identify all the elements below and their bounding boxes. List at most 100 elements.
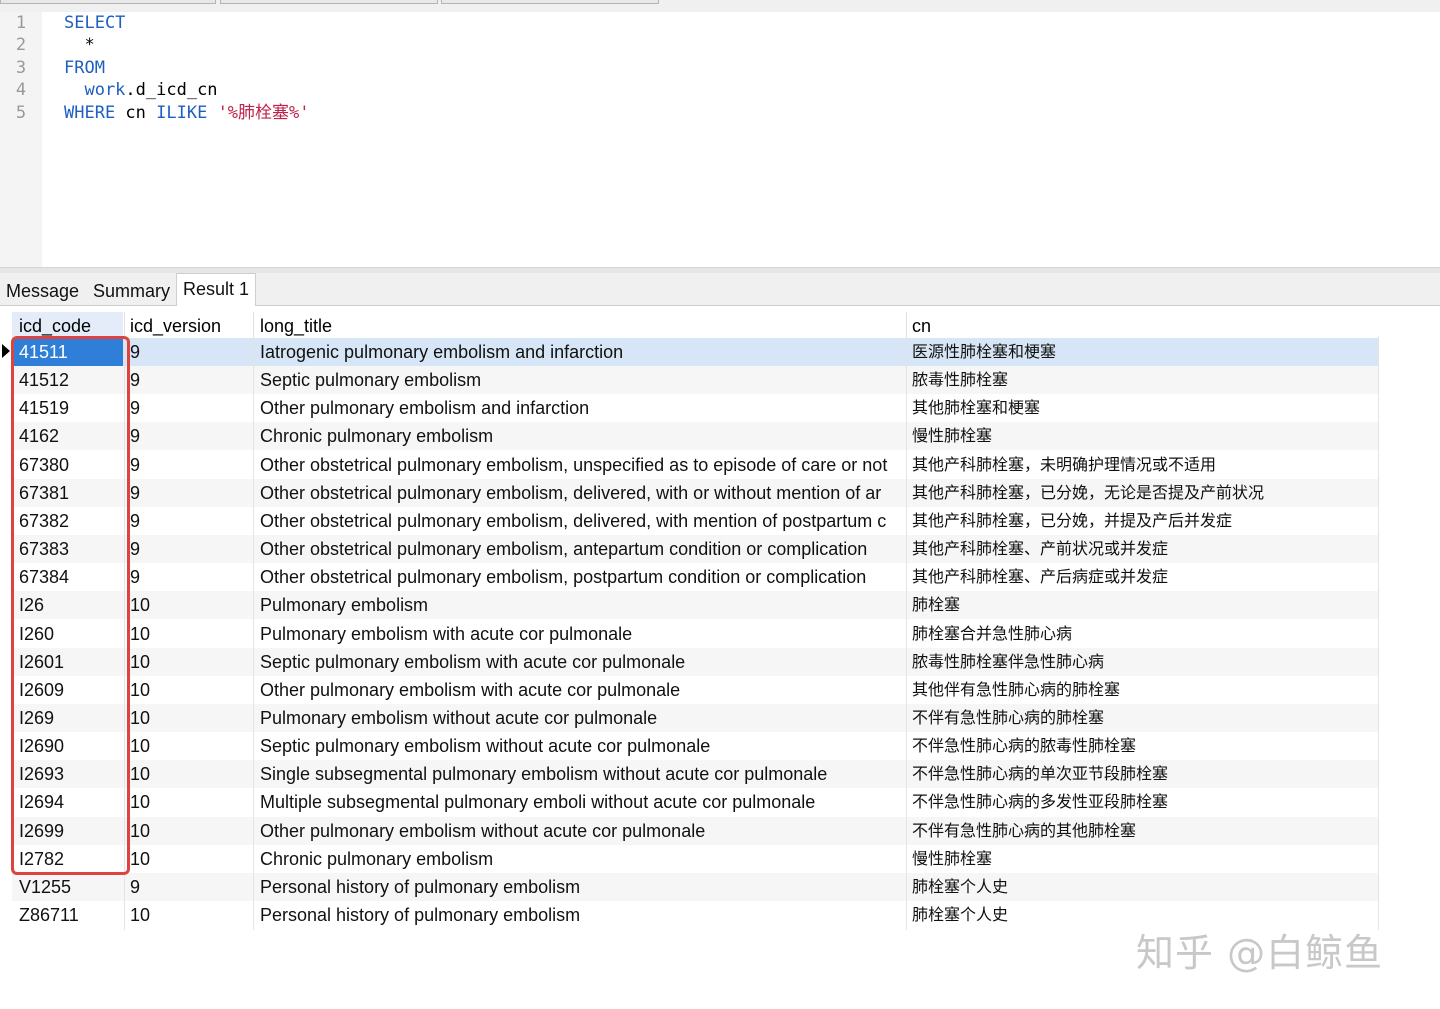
cell-cn[interactable]: 医源性肺栓塞和梗塞 xyxy=(912,338,1372,366)
cell-cn[interactable]: 其他产科肺栓塞、产前状况或并发症 xyxy=(912,535,1372,563)
cell-long-title[interactable]: Other obstetrical pulmonary embolism, an… xyxy=(260,535,902,563)
cell-long-title[interactable]: Pulmonary embolism xyxy=(260,591,902,619)
cell-cn[interactable]: 不伴急性肺心病的单次亚节段肺栓塞 xyxy=(912,760,1372,788)
table-row[interactable]: 67381 9 Other obstetrical pulmonary emboli… xyxy=(12,478,1378,507)
cell-icd-version[interactable]: 9 xyxy=(130,366,248,394)
cell-long-title[interactable]: Other obstetrical pulmonary embolism, un… xyxy=(260,451,902,479)
cell-long-title[interactable]: Chronic pulmonary embolism xyxy=(260,422,902,450)
cell-long-title[interactable]: Pulmonary embolism without acute cor pul… xyxy=(260,704,902,732)
table-row[interactable]: I26 10 Pulmonary embolism 肺栓塞 xyxy=(12,591,1378,620)
cell-cn[interactable]: 不伴有急性肺心病的肺栓塞 xyxy=(912,704,1372,732)
table-row[interactable]: I2601 10 Septic pulmonary embolism with ac… xyxy=(12,647,1378,676)
cell-icd-version[interactable]: 10 xyxy=(130,845,248,873)
table-row[interactable]: I260 10 Pulmonary embolism with acute cor … xyxy=(12,620,1378,648)
table-row[interactable]: I2609 10 Other pulmonary embolism with acu… xyxy=(12,676,1378,704)
cell-icd-version[interactable]: 9 xyxy=(130,338,248,366)
table-row[interactable]: 4162 9 Chronic pulmonary embolism 慢性肺栓塞 xyxy=(12,422,1378,451)
column-divider[interactable] xyxy=(906,312,907,338)
cell-long-title[interactable]: Other obstetrical pulmonary embolism, de… xyxy=(260,479,902,507)
cell-long-title[interactable]: Other obstetrical pulmonary embolism, de… xyxy=(260,507,902,535)
table-row[interactable]: 41519 9 Other pulmonary embolism and infar… xyxy=(12,394,1378,422)
cell-icd-version[interactable]: 10 xyxy=(130,901,248,929)
cell-cn[interactable]: 其他伴有急性肺心病的肺栓塞 xyxy=(912,676,1372,704)
column-header-icd-version[interactable]: icd_version xyxy=(130,312,248,338)
cell-cn[interactable]: 其他产科肺栓塞，已分娩，并提及产后并发症 xyxy=(912,507,1372,535)
cell-long-title[interactable]: Personal history of pulmonary embolism xyxy=(260,901,902,929)
window-tab-stub[interactable] xyxy=(220,0,438,4)
cell-icd-version[interactable]: 10 xyxy=(130,817,248,845)
column-divider[interactable] xyxy=(253,312,254,338)
table-row[interactable]: 41511 9 Iatrogenic pulmonary embolism and … xyxy=(12,338,1378,366)
cell-icd-version[interactable]: 10 xyxy=(130,648,248,676)
cell-icd-version[interactable]: 9 xyxy=(130,479,248,507)
cell-cn[interactable]: 其他产科肺栓塞，未明确护理情况或不适用 xyxy=(912,451,1372,479)
cell-long-title[interactable]: Other pulmonary embolism without acute c… xyxy=(260,817,902,845)
result-grid[interactable]: icd_code icd_version long_title cn 41511… xyxy=(0,306,1440,1009)
cell-long-title[interactable]: Multiple subsegmental pulmonary emboli w… xyxy=(260,788,902,816)
tab-message[interactable]: Message xyxy=(0,277,85,305)
table-row[interactable]: 67383 9 Other obstetrical pulmonary emboli… xyxy=(12,535,1378,564)
cell-icd-version[interactable]: 9 xyxy=(130,422,248,450)
cell-icd-code[interactable]: V1255 xyxy=(19,873,123,901)
cell-icd-version[interactable]: 10 xyxy=(130,704,248,732)
cell-icd-version[interactable]: 10 xyxy=(130,591,248,619)
table-row[interactable]: I2782 10 Chronic pulmonary embolism 慢性肺栓塞 xyxy=(12,845,1378,873)
cell-icd-version[interactable]: 9 xyxy=(130,873,248,901)
column-header-icd-code[interactable]: icd_code xyxy=(12,312,123,338)
cell-cn[interactable]: 慢性肺栓塞 xyxy=(912,845,1372,873)
cell-long-title[interactable]: Chronic pulmonary embolism xyxy=(260,845,902,873)
tab-result-1[interactable]: Result 1 xyxy=(176,273,257,306)
cell-long-title[interactable]: Septic pulmonary embolism with acute cor… xyxy=(260,648,902,676)
cell-icd-version[interactable]: 9 xyxy=(130,451,248,479)
tab-summary[interactable]: Summary xyxy=(87,277,176,305)
cell-icd-code[interactable]: Z86711 xyxy=(19,901,123,929)
cell-cn[interactable]: 其他肺栓塞和梗塞 xyxy=(912,394,1372,422)
column-header-long-title[interactable]: long_title xyxy=(260,312,900,338)
cell-icd-version[interactable]: 9 xyxy=(130,535,248,563)
table-row[interactable]: 67382 9 Other obstetrical pulmonary emboli… xyxy=(12,507,1378,535)
cell-cn[interactable]: 不伴有急性肺心病的其他肺栓塞 xyxy=(912,817,1372,845)
cell-icd-version[interactable]: 9 xyxy=(130,563,248,591)
cell-icd-version[interactable]: 9 xyxy=(130,394,248,422)
cell-cn[interactable]: 慢性肺栓塞 xyxy=(912,422,1372,450)
cell-cn[interactable]: 肺栓塞个人史 xyxy=(912,873,1372,901)
result-tabs: Message Summary Result 1 xyxy=(0,273,1440,306)
table-row[interactable]: I2690 10 Septic pulmonary embolism without… xyxy=(12,732,1378,760)
cell-icd-version[interactable]: 10 xyxy=(130,676,248,704)
cell-icd-version[interactable]: 10 xyxy=(130,620,248,648)
cell-long-title[interactable]: Personal history of pulmonary embolism xyxy=(260,873,902,901)
cell-cn[interactable]: 肺栓塞合并急性肺心病 xyxy=(912,620,1372,648)
cell-cn[interactable]: 其他产科肺栓塞、产后病症或并发症 xyxy=(912,563,1372,591)
table-row[interactable]: I269 10 Pulmonary embolism without acute c… xyxy=(12,703,1378,732)
table-row[interactable]: I2699 10 Other pulmonary embolism without … xyxy=(12,816,1378,845)
cell-long-title[interactable]: Single subsegmental pulmonary embolism w… xyxy=(260,760,902,788)
window-tab-stub[interactable] xyxy=(0,0,216,4)
cell-long-title[interactable]: Septic pulmonary embolism without acute … xyxy=(260,732,902,760)
cell-long-title[interactable]: Other pulmonary embolism and infarction xyxy=(260,394,902,422)
table-row[interactable]: 67380 9 Other obstetrical pulmonary emboli… xyxy=(12,451,1378,479)
table-row[interactable]: I2693 10 Single subsegmental pulmonary emb… xyxy=(12,760,1378,789)
cell-cn[interactable]: 肺栓塞 xyxy=(912,591,1372,619)
cell-icd-version[interactable]: 9 xyxy=(130,507,248,535)
cell-cn[interactable]: 不伴急性肺心病的脓毒性肺栓塞 xyxy=(912,732,1372,760)
table-row[interactable]: 67384 9 Other obstetrical pulmonary emboli… xyxy=(12,563,1378,591)
table-row[interactable]: 41512 9 Septic pulmonary embolism 脓毒性肺栓塞 xyxy=(12,366,1378,395)
table-row[interactable]: I2694 10 Multiple subsegmental pulmonary e… xyxy=(12,788,1378,816)
cell-cn[interactable]: 不伴急性肺心病的多发性亚段肺栓塞 xyxy=(912,788,1372,816)
cell-long-title[interactable]: Other pulmonary embolism with acute cor … xyxy=(260,676,902,704)
table-row[interactable]: V1255 9 Personal history of pulmonary embo… xyxy=(12,872,1378,901)
cell-long-title[interactable]: Iatrogenic pulmonary embolism and infarc… xyxy=(260,338,902,366)
window-tab-stub[interactable] xyxy=(441,0,659,4)
cell-icd-version[interactable]: 10 xyxy=(130,788,248,816)
cell-long-title[interactable]: Septic pulmonary embolism xyxy=(260,366,902,394)
cell-icd-version[interactable]: 10 xyxy=(130,732,248,760)
cell-long-title[interactable]: Pulmonary embolism with acute cor pulmon… xyxy=(260,620,902,648)
cell-cn[interactable]: 脓毒性肺栓塞 xyxy=(912,366,1372,394)
cell-long-title[interactable]: Other obstetrical pulmonary embolism, po… xyxy=(260,563,902,591)
cell-cn[interactable]: 其他产科肺栓塞，已分娩，无论是否提及产前状况 xyxy=(912,479,1372,507)
column-header-cn[interactable]: cn xyxy=(912,312,1372,338)
sql-editor[interactable]: 1 2 3 4 5 SELECT * FROM work.d_icd_cn WH… xyxy=(0,12,1440,267)
column-divider[interactable] xyxy=(124,312,125,338)
cell-cn[interactable]: 脓毒性肺栓塞伴急性肺心病 xyxy=(912,648,1372,676)
cell-icd-version[interactable]: 10 xyxy=(130,760,248,788)
